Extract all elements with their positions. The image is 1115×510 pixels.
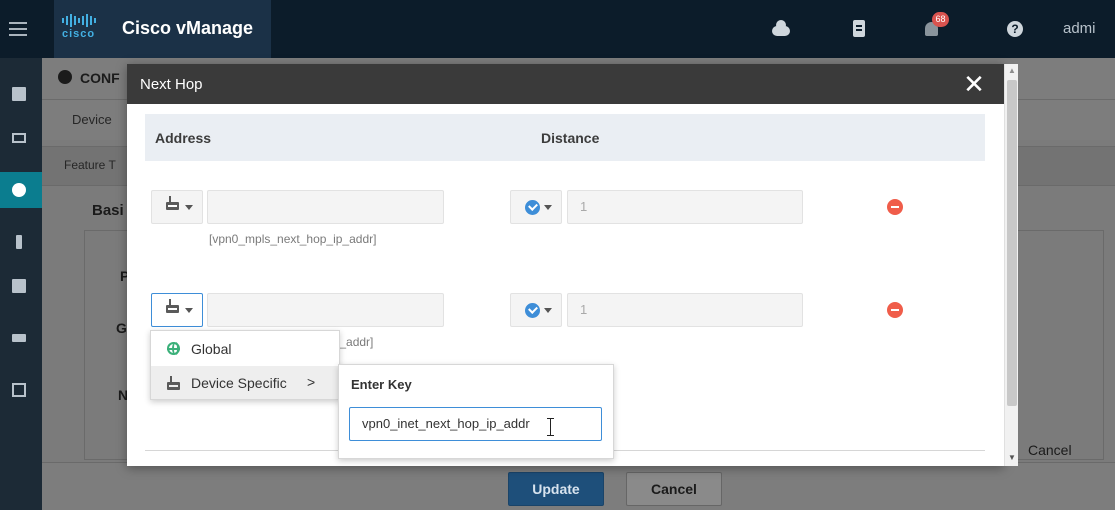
scroll-up-icon[interactable]: ▲ xyxy=(1008,66,1016,75)
logo-text: cisco xyxy=(62,28,96,40)
app-title: Cisco vManage xyxy=(122,18,254,38)
scope-menu: Global Device Specific > xyxy=(150,330,340,400)
chevron-down-icon xyxy=(185,205,193,210)
router-icon xyxy=(167,376,180,390)
chevron-down-icon xyxy=(544,308,552,313)
menu-item-global[interactable]: Global xyxy=(151,332,339,365)
administration-nav-icon[interactable] xyxy=(0,320,42,356)
distance-scope-dropdown[interactable] xyxy=(510,190,562,224)
menu-item-device-specific[interactable]: Device Specific > xyxy=(151,366,339,399)
chevron-right-icon: > xyxy=(307,374,316,390)
address-key-hint: [vpn0_mpls_next_hop_ip_addr] xyxy=(209,232,377,246)
help-icon[interactable]: ? xyxy=(1005,18,1027,40)
scroll-down-icon[interactable]: ▼ xyxy=(1008,453,1016,462)
modal-header: Next Hop ✕ xyxy=(127,64,1004,104)
distance-input[interactable]: 1 xyxy=(567,190,803,224)
router-icon xyxy=(166,196,179,210)
configuration-nav-icon[interactable] xyxy=(0,172,42,208)
monitor-nav-icon[interactable] xyxy=(0,120,42,156)
gear-icon xyxy=(58,70,72,84)
tab-feature-template[interactable]: Feature T xyxy=(64,158,116,172)
distance-scope-dropdown[interactable] xyxy=(510,293,562,327)
maintenance-nav-icon[interactable] xyxy=(0,268,42,304)
tab-device[interactable]: Device xyxy=(72,112,112,127)
clipboard-icon[interactable] xyxy=(848,18,870,40)
text-cursor-icon xyxy=(546,418,556,436)
notification-badge: 68 xyxy=(932,12,949,27)
chevron-down-icon xyxy=(185,308,193,313)
router-icon xyxy=(166,299,179,313)
modal-title: Next Hop xyxy=(140,76,203,93)
address-scope-dropdown[interactable] xyxy=(151,293,203,327)
cancel-link[interactable]: Cancel xyxy=(1028,442,1072,458)
bell-icon[interactable]: 68 xyxy=(922,12,949,40)
chevron-down-icon xyxy=(544,205,552,210)
hamburger-icon[interactable] xyxy=(0,0,42,58)
address-input[interactable] xyxy=(207,293,444,327)
distance-input[interactable]: 1 xyxy=(567,293,803,327)
check-circle-icon xyxy=(525,200,540,215)
dashboard-nav-icon[interactable] xyxy=(0,76,42,112)
cisco-logo: cisco xyxy=(62,13,110,43)
field-label-g: G xyxy=(116,320,127,336)
scroll-thumb[interactable] xyxy=(1007,80,1017,406)
analytics-nav-icon[interactable] xyxy=(0,372,42,408)
check-circle-icon xyxy=(525,303,540,318)
close-icon[interactable]: ✕ xyxy=(960,70,988,98)
breadcrumb: CONF xyxy=(80,70,120,86)
menu-item-label: Global xyxy=(191,341,232,357)
menu-item-label: Device Specific xyxy=(191,375,287,391)
device-key-input[interactable]: vpn0_inet_next_hop_ip_addr xyxy=(349,407,602,441)
tools-nav-icon[interactable] xyxy=(0,224,42,260)
column-header: Address Distance xyxy=(145,114,985,161)
globe-icon xyxy=(167,342,180,355)
top-bar: cisco Cisco vManage 68 ? admi xyxy=(0,0,1115,58)
address-scope-dropdown[interactable] xyxy=(151,190,203,224)
enter-key-title: Enter Key xyxy=(351,377,412,392)
section-basic[interactable]: Basi xyxy=(92,202,124,219)
address-input[interactable] xyxy=(207,190,444,224)
side-nav xyxy=(0,58,42,510)
enter-key-submenu: Enter Key vpn0_inet_next_hop_ip_addr xyxy=(338,364,614,459)
minus-circle-icon[interactable] xyxy=(887,302,903,318)
column-address: Address xyxy=(155,130,212,146)
user-menu[interactable]: admi xyxy=(1063,20,1096,37)
column-distance: Distance xyxy=(541,130,600,146)
brand-area[interactable]: cisco Cisco vManage xyxy=(54,0,271,58)
minus-circle-icon[interactable] xyxy=(887,199,903,215)
cloud-icon[interactable] xyxy=(770,18,792,40)
cancel-button[interactable]: Cancel xyxy=(626,472,722,506)
update-button[interactable]: Update xyxy=(508,472,604,506)
modal-scrollbar[interactable]: ▲ ▼ xyxy=(1004,64,1018,466)
